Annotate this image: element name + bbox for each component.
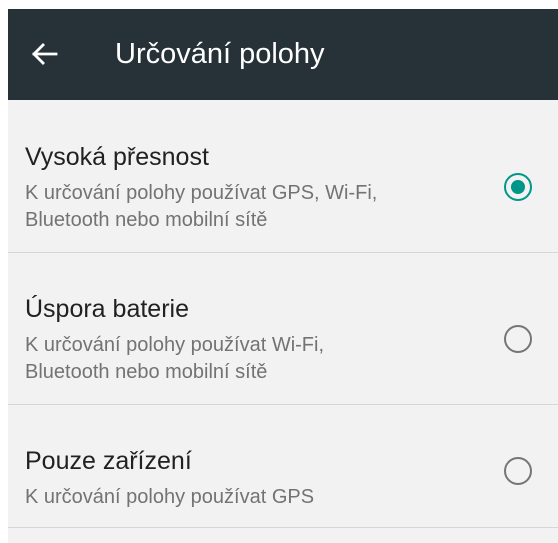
option-subtitle-line2: Bluetooth nebo mobilní sítě [25,361,268,383]
option-title: Úspora baterie [25,295,189,323]
radio-button[interactable] [504,325,532,353]
arrow-back-icon [32,43,58,65]
back-button[interactable] [30,40,58,68]
page-title: Určování polohy [115,38,325,70]
option-subtitle-line2: Bluetooth nebo mobilní sítě [25,209,268,231]
option-device-only[interactable]: Pouze zařízení K určování polohy používa… [8,405,558,528]
option-subtitle-line1: K určování polohy používat Wi-Fi, [25,334,325,356]
radio-button[interactable] [504,457,532,485]
radio-button-selected[interactable] [504,173,532,201]
app-bar: Určování polohy [8,9,558,100]
option-subtitle-line1: K určování polohy používat GPS [25,486,315,508]
option-subtitle-line1: K určování polohy používat GPS, Wi-Fi, [25,182,378,204]
radio-dot [511,180,525,194]
settings-panel: Určování polohy Vysoká přesnost K určová… [8,9,558,543]
option-title: Vysoká přesnost [25,143,209,171]
location-mode-list: Vysoká přesnost K určování polohy použív… [8,100,558,528]
screen: Určování polohy Vysoká přesnost K určová… [0,0,558,543]
option-battery-saving[interactable]: Úspora baterie K určování polohy používa… [8,253,558,405]
option-title: Pouze zařízení [25,447,192,475]
option-high-accuracy[interactable]: Vysoká přesnost K určování polohy použív… [8,100,558,253]
